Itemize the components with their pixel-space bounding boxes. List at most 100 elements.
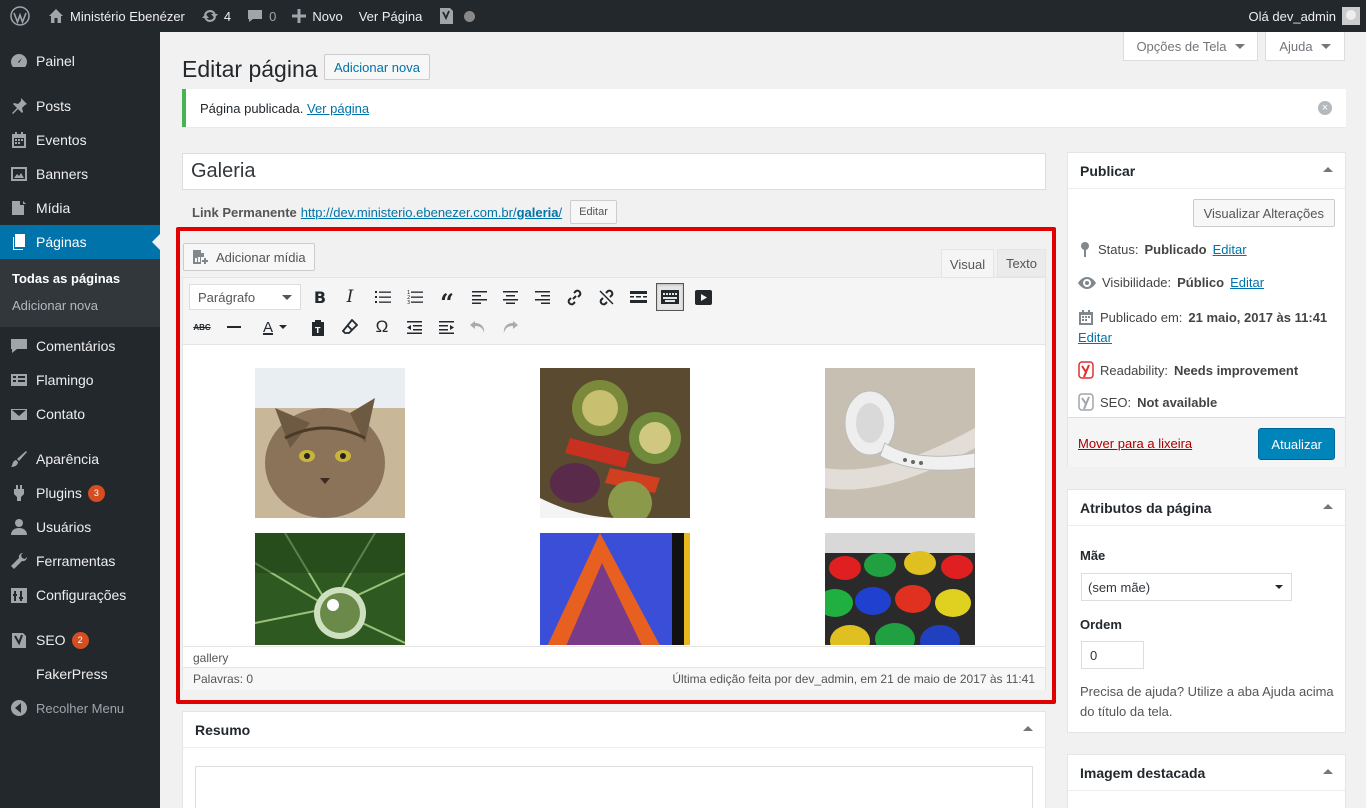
add-new-page-button[interactable]: Adicionar nova — [324, 54, 430, 80]
status-label: Status: — [1098, 241, 1139, 257]
updates-link[interactable]: 4 — [193, 0, 239, 32]
sidebar-item-paginas[interactable]: Páginas — [0, 225, 160, 259]
page-attributes-title: Atributos da página — [1080, 499, 1212, 516]
wordpress-logo-icon[interactable] — [0, 0, 40, 32]
edit-status-link[interactable]: Editar — [1213, 242, 1247, 257]
seo-row: SEO: Not available — [1078, 393, 1217, 411]
collapse-menu[interactable]: Recolher Menu — [0, 691, 160, 725]
edit-date-link[interactable]: Editar — [1078, 330, 1112, 345]
sidebar-item-label: Ferramentas — [36, 553, 116, 569]
update-button[interactable]: Atualizar — [1258, 428, 1335, 460]
page-attributes-header[interactable]: Atributos da página — [1068, 490, 1345, 526]
comment-icon — [248, 10, 263, 22]
success-notice: Página publicada. Ver página × — [182, 89, 1346, 127]
publish-box: Publicar Visualizar Alterações Status: P… — [1067, 152, 1346, 467]
help-button[interactable]: Ajuda — [1265, 32, 1345, 61]
avatar — [1342, 7, 1360, 25]
sidebar-item-painel[interactable]: Painel — [0, 44, 160, 78]
home-icon — [49, 9, 63, 23]
excerpt-header[interactable]: Resumo — [183, 712, 1045, 748]
sidebar-item-label: SEO — [36, 632, 66, 648]
sidebar-item-contato[interactable]: Contato — [0, 397, 160, 431]
seo-status-dot-icon — [464, 10, 476, 22]
admin-sidebar: Painel Posts Eventos Banners Mídia Págin… — [0, 32, 160, 808]
edit-visibility-link[interactable]: Editar — [1230, 275, 1264, 290]
sidebar-item-comentarios[interactable]: Comentários — [0, 329, 160, 363]
comment-icon — [9, 336, 29, 356]
readability-label: Readability: — [1100, 362, 1168, 378]
yoast-icon — [9, 630, 29, 650]
sidebar-item-seo[interactable]: SEO 2 — [0, 623, 160, 657]
readability-value: Needs improvement — [1173, 362, 1299, 378]
submenu-all-pages[interactable]: Todas as páginas — [0, 265, 160, 292]
order-input[interactable]: 0 — [1081, 641, 1144, 669]
featured-image-header[interactable]: Imagem destacada — [1068, 755, 1345, 791]
screen-options-button[interactable]: Opções de Tela — [1123, 32, 1258, 61]
wrench-icon — [9, 551, 29, 571]
view-page-link[interactable]: Ver página — [307, 101, 369, 116]
my-account[interactable]: Olá dev_admin — [1241, 0, 1366, 32]
calendar-icon — [9, 130, 29, 150]
publish-title: Publicar — [1080, 162, 1136, 179]
published-date-row: Publicado em: 21 maio, 2017 às 11:41 — [1078, 309, 1327, 325]
status-row: Status: Publicado Editar — [1078, 241, 1247, 257]
excerpt-textarea[interactable] — [195, 766, 1033, 808]
page-title: Editar página — [182, 56, 318, 82]
greeting: Olá dev_admin — [1248, 8, 1336, 24]
sidebar-item-configuracoes[interactable]: Configurações — [0, 578, 160, 612]
featured-image-title: Imagem destacada — [1080, 764, 1206, 781]
brush-icon — [9, 449, 29, 469]
published-value: 21 maio, 2017 às 11:41 — [1188, 309, 1328, 325]
yoast-menu[interactable] — [430, 0, 483, 32]
permalink-url[interactable]: http://dev.ministerio.ebenezer.com.br/ga… — [301, 205, 562, 220]
edit-slug-button[interactable]: Editar — [570, 200, 617, 224]
new-content-link[interactable]: Novo — [284, 0, 350, 32]
comments-link[interactable]: 0 — [239, 0, 284, 32]
sidebar-item-label: Mídia — [36, 200, 71, 216]
sidebar-item-usuarios[interactable]: Usuários — [0, 510, 160, 544]
permalink-base: http://dev.ministerio.ebenezer.com.br/ — [300, 204, 517, 220]
collapse-arrow-icon[interactable] — [1323, 769, 1333, 774]
calendar-icon — [1079, 310, 1093, 325]
post-title-input[interactable]: Galeria — [182, 153, 1046, 190]
help-label: Ajuda — [1279, 38, 1313, 54]
highlight-box — [176, 227, 1056, 704]
pin-icon — [9, 96, 29, 116]
sidebar-item-label: FakerPress — [36, 666, 108, 682]
sidebar-item-banners[interactable]: Banners — [0, 157, 160, 191]
plus-icon — [292, 9, 307, 23]
published-label: Publicado em: — [1100, 309, 1183, 325]
screen-options-label: Opções de Tela — [1136, 38, 1227, 54]
collapse-arrow-icon[interactable] — [1023, 726, 1033, 731]
preview-changes-button[interactable]: Visualizar Alterações — [1192, 199, 1335, 227]
move-to-trash-link[interactable]: Mover para a lixeira — [1078, 436, 1192, 451]
sidebar-item-aparencia[interactable]: Aparência — [0, 442, 160, 476]
parent-select[interactable]: (sem mãe) — [1081, 573, 1292, 601]
sidebar-item-fakerpress[interactable]: FakerPress — [0, 657, 160, 691]
dismiss-icon[interactable]: × — [1318, 101, 1332, 115]
eye-icon — [1078, 276, 1096, 289]
new-label: Novo — [312, 8, 343, 24]
sidebar-item-midia[interactable]: Mídia — [0, 191, 160, 225]
caret-down-icon — [1320, 43, 1331, 54]
list-icon — [9, 370, 29, 390]
view-page-link[interactable]: Ver Página — [351, 0, 431, 32]
sidebar-item-label: Posts — [36, 98, 72, 114]
sidebar-item-label: Contato — [36, 406, 86, 422]
publish-header[interactable]: Publicar — [1068, 153, 1345, 189]
sidebar-item-posts[interactable]: Posts — [0, 89, 160, 123]
sidebar-item-eventos[interactable]: Eventos — [0, 123, 160, 157]
view-page-label: Ver Página — [358, 8, 423, 24]
sidebar-item-plugins[interactable]: Plugins 3 — [0, 476, 160, 510]
submenu-add-new[interactable]: Adicionar nova — [0, 292, 160, 319]
collapse-arrow-icon[interactable] — [1323, 167, 1333, 172]
seo-label: SEO: — [1100, 394, 1132, 410]
collapse-arrow-icon[interactable] — [1323, 504, 1333, 509]
status-value: Publicado — [1144, 241, 1207, 257]
sidebar-item-label: Aparência — [36, 451, 100, 467]
sidebar-item-ferramentas[interactable]: Ferramentas — [0, 544, 160, 578]
sidebar-item-flamingo[interactable]: Flamingo — [0, 363, 160, 397]
site-name-link[interactable]: Ministério Ebenézer — [40, 0, 193, 32]
dashboard-icon — [9, 51, 29, 71]
sidebar-item-label: Painel — [36, 53, 75, 69]
